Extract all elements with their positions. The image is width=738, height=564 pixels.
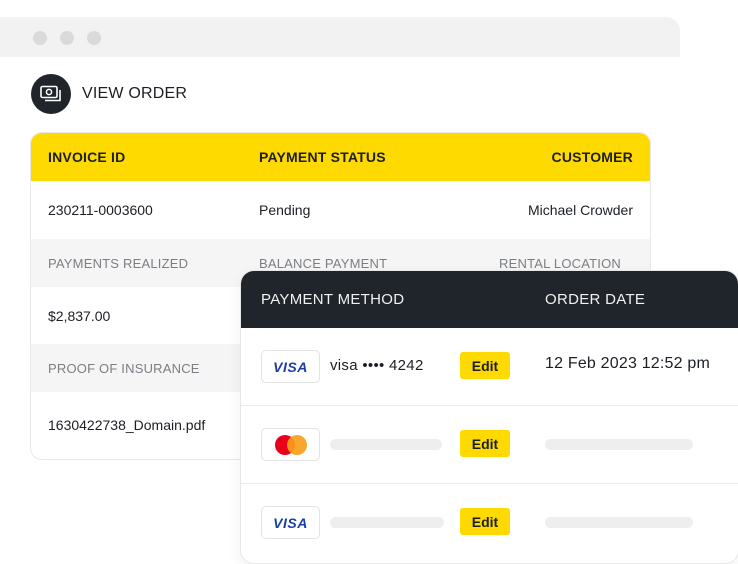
payment-status-header: PAYMENT STATUS <box>259 149 386 165</box>
page-title: VIEW ORDER <box>82 85 188 102</box>
balance-payment-label: BALANCE PAYMENT <box>259 255 388 271</box>
invoice-table-header: INVOICE ID PAYMENT STATUS CUSTOMER <box>31 133 650 181</box>
view-order-heading: VIEW ORDER <box>31 74 187 114</box>
payment-method-header: PAYMENT METHOD <box>261 291 405 308</box>
edit-payment-button[interactable]: Edit <box>460 352 510 379</box>
payments-realized-value: $2,837.00 <box>48 307 111 324</box>
order-date-placeholder <box>545 439 693 450</box>
card-number: visa •••• 4242 <box>330 357 424 374</box>
money-icon <box>31 74 71 114</box>
edit-payment-button[interactable]: Edit <box>460 508 510 535</box>
customer-header: CUSTOMER <box>551 149 633 165</box>
window-maximize-dot[interactable] <box>87 31 101 45</box>
payment-status-value: Pending <box>259 202 311 218</box>
visa-logo-text: VISA <box>273 514 308 531</box>
order-date-placeholder <box>545 517 693 528</box>
insurance-file-link[interactable]: 1630422738_Domain.pdf <box>48 417 205 433</box>
order-date-value: 12 Feb 2023 12:52 pm <box>545 355 711 372</box>
customer-value: Michael Crowder <box>527 202 633 218</box>
edit-payment-button[interactable]: Edit <box>460 430 510 457</box>
window-minimize-dot[interactable] <box>60 31 74 45</box>
visa-card-icon: VISA <box>261 350 320 383</box>
mastercard-icon <box>261 428 320 461</box>
payment-row: VISA Edit <box>241 484 738 561</box>
window-close-dot[interactable] <box>33 31 47 45</box>
card-number-placeholder <box>330 439 442 450</box>
order-date-header: ORDER DATE <box>545 291 646 308</box>
proof-of-insurance-label: PROOF OF INSURANCE <box>48 360 200 376</box>
invoice-id-value: 230211-0003600 <box>48 202 153 218</box>
visa-logo-text: VISA <box>273 358 308 375</box>
visa-card-icon: VISA <box>261 506 320 539</box>
rental-location-label: RENTAL LOCATION <box>499 255 621 271</box>
invoice-row: 230211-0003600 Pending Michael Crowder <box>31 181 650 239</box>
payment-row: VISA visa •••• 4242 Edit 12 Feb 2023 12:… <box>241 328 738 406</box>
payment-row: Edit <box>241 406 738 484</box>
payments-realized-label: PAYMENTS REALIZED <box>48 255 189 271</box>
payment-table-header: PAYMENT METHOD ORDER DATE <box>241 271 738 328</box>
invoice-id-header: INVOICE ID <box>48 149 126 165</box>
payment-methods-card: PAYMENT METHOD ORDER DATE VISA visa ••••… <box>240 270 738 564</box>
card-number-placeholder <box>330 517 444 528</box>
browser-title-bar <box>0 17 680 57</box>
